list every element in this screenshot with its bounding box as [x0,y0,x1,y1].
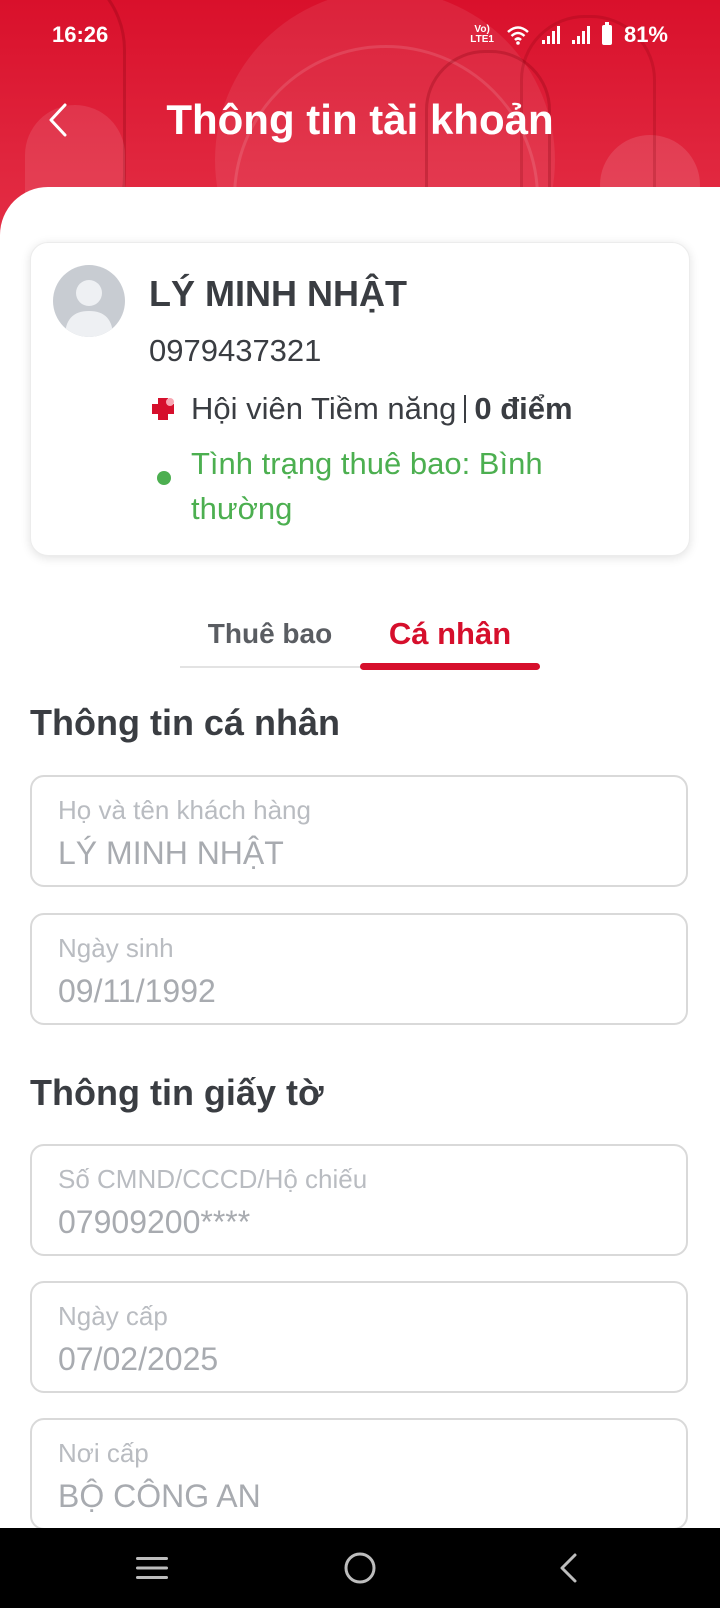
field-label: Ngày cấp [58,1301,168,1331]
back-icon [560,1553,577,1583]
field-label: Họ và tên khách hàng [58,795,311,825]
tab-personal[interactable]: Cá nhân [360,610,540,670]
member-points: 0 điểm [474,391,573,426]
field-label: Nơi cấp [58,1438,149,1468]
battery-level: 81% [623,22,668,47]
divider [464,395,467,423]
menu-icon [136,1557,168,1579]
birthdate-field[interactable]: Ngày sinh 09/11/1992 [30,913,688,1025]
health-cross-icon [152,398,174,420]
issue-place-field[interactable]: Nơi cấp BỘ CÔNG AN [30,1418,688,1530]
system-back-button[interactable] [540,1544,596,1592]
status-time: 16:26 [52,22,109,47]
section-title-documents: Thông tin giấy tờ [30,1072,324,1113]
avatar[interactable] [53,265,125,337]
field-value: BỘ CÔNG AN [58,1478,261,1514]
home-button[interactable] [332,1544,388,1592]
status-icons: Vo) LTE1 81% [470,22,668,48]
full-name-field[interactable]: Họ và tên khách hàng LÝ MINH NHẬT [30,775,688,887]
member-tier: Hội viên Tiềm năng [191,391,457,426]
tab-subscription[interactable]: Thuê bao [180,610,360,666]
id-number-field[interactable]: Số CMND/CCCD/Hộ chiếu 07909200**** [30,1144,688,1256]
user-placeholder-icon [65,280,113,337]
profile-phone: 0979437321 [149,333,322,368]
signal-icon [541,26,560,44]
field-value: 07909200**** [58,1204,251,1240]
field-value: LÝ MINH NHẬT [58,835,284,871]
signal-icon [571,26,590,44]
profile-card: LÝ MINH NHẬT 0979437321 Hội viên Tiềm nă… [30,242,690,556]
field-value: 07/02/2025 [58,1341,219,1377]
page-title: Thông tin tài khoản [166,96,554,143]
field-label: Ngày sinh [58,933,174,963]
system-nav-bar [0,1528,720,1608]
subscription-status-row: Tình trạng thuê bao: Bình thường [157,441,621,531]
subscription-status: Tình trạng thuê bao: Bình thường [191,446,543,526]
battery-icon [601,22,612,45]
wifi-icon [507,26,529,45]
home-circle-icon [344,1552,376,1584]
tab-bar: Thuê bao Cá nhân [180,610,540,670]
section-title-personal: Thông tin cá nhân [30,702,340,743]
issue-date-field[interactable]: Ngày cấp 07/02/2025 [30,1281,688,1393]
profile-name: LÝ MINH NHẬT [149,273,407,314]
field-label: Số CMND/CCCD/Hộ chiếu [58,1164,368,1194]
status-dot-icon [157,471,171,485]
recents-button[interactable] [124,1544,180,1592]
status-bar: 16:26 Vo) LTE1 81% [0,0,720,70]
member-tier-row[interactable]: Hội viên Tiềm năng 0 điểm [149,391,573,427]
volte-icon: Vo) LTE1 [470,24,494,45]
field-value: 09/11/1992 [58,973,216,1009]
